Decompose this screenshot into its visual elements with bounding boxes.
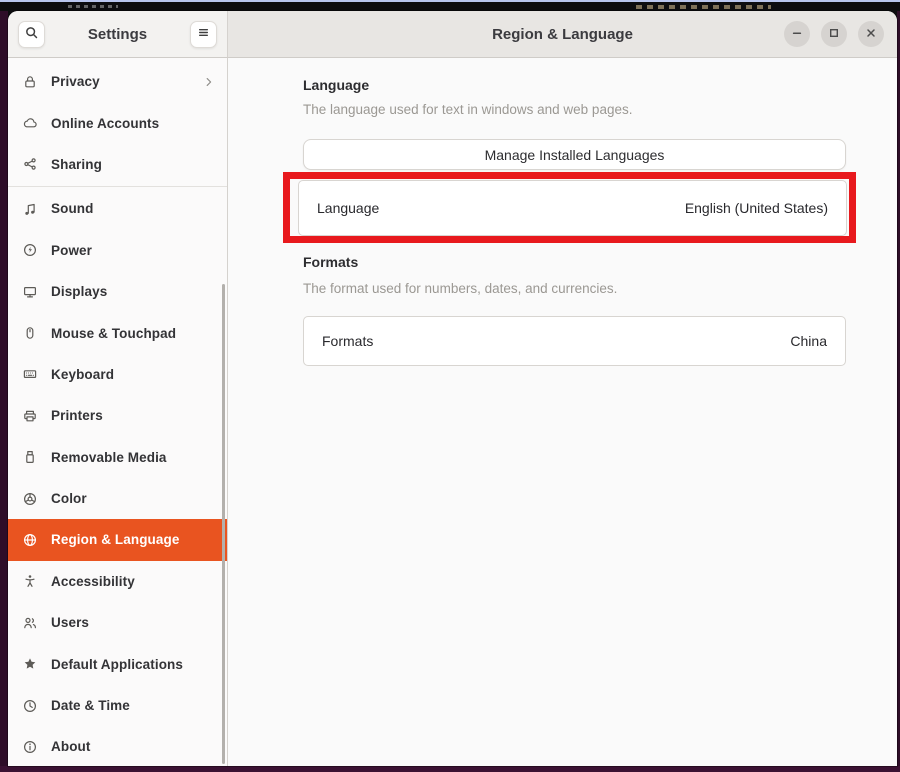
sidebar-list: Privacy Online Accounts Sharing Sound Power D… [8, 61, 227, 766]
desktop-background [0, 766, 900, 772]
main-headerbar: Region & Language [228, 11, 897, 58]
sidebar-item-label: Sound [51, 201, 217, 216]
app-title: Settings [51, 26, 184, 43]
sidebar-item-displays[interactable]: Displays [8, 271, 227, 312]
menu-button[interactable] [190, 21, 217, 48]
screen: Settings Region & Language [0, 0, 900, 772]
top-bar-clock-fragment [636, 5, 771, 9]
formats-section-description: The format used for numbers, dates, and … [303, 281, 846, 296]
settings-window: Settings Region & Language [8, 11, 897, 766]
star-icon [22, 656, 38, 672]
sidebar-item-label: Users [51, 615, 217, 630]
sidebar-item-label: Color [51, 491, 217, 506]
info-icon [22, 739, 38, 755]
sidebar-item-online-accounts[interactable]: Online Accounts [8, 102, 227, 143]
globe-icon [22, 532, 38, 548]
sidebar-item-users[interactable]: Users [8, 602, 227, 643]
sidebar-scrollbar[interactable] [222, 284, 225, 764]
sidebar-item-label: Removable Media [51, 450, 217, 465]
formats-row-label: Formats [322, 333, 373, 349]
sidebar-item-region-language[interactable]: Region & Language [8, 519, 227, 560]
formats-row-value: China [790, 333, 827, 349]
formats-row[interactable]: Formats China [303, 316, 846, 366]
sidebar-item-accessibility[interactable]: Accessibility [8, 561, 227, 602]
search-icon [23, 24, 40, 44]
sidebar-item-privacy[interactable]: Privacy [8, 61, 227, 102]
minimize-button[interactable] [784, 21, 810, 47]
users-icon [22, 615, 38, 631]
sidebar-item-label: Privacy [51, 74, 188, 89]
sidebar-item-date-time[interactable]: Date & Time [8, 685, 227, 726]
clock-icon [22, 698, 38, 714]
desktop-top-bar [0, 2, 900, 11]
sidebar-item-label: Displays [51, 284, 217, 299]
sidebar-item-about[interactable]: About [8, 726, 227, 766]
sidebar-item-label: About [51, 739, 217, 754]
sidebar-item-default-applications[interactable]: Default Applications [8, 643, 227, 684]
sidebar-item-power[interactable]: Power [8, 230, 227, 271]
sidebar-item-label: Region & Language [51, 532, 217, 547]
chevron-right-icon [201, 74, 217, 90]
formats-section-heading: Formats [303, 254, 846, 270]
maximize-button[interactable] [821, 21, 847, 47]
share-icon [22, 156, 38, 172]
sidebar-item-keyboard[interactable]: Keyboard [8, 354, 227, 395]
sidebar-item-sound[interactable]: Sound [8, 188, 227, 229]
sidebar-item-removable-media[interactable]: Removable Media [8, 437, 227, 478]
language-section-heading: Language [303, 77, 846, 93]
close-button[interactable] [858, 21, 884, 47]
language-section-description: The language used for text in windows an… [303, 102, 846, 117]
lock-icon [22, 74, 38, 90]
sidebar-item-sharing[interactable]: Sharing [8, 144, 227, 185]
desktop-background [0, 11, 8, 772]
window-controls [784, 21, 884, 47]
hamburger-icon [195, 24, 212, 44]
language-row-label: Language [317, 200, 379, 216]
sidebar-headerbar: Settings [8, 11, 228, 58]
power-icon [22, 242, 38, 258]
printer-icon [22, 408, 38, 424]
titlebar: Settings Region & Language [8, 11, 897, 58]
sidebar-item-label: Printers [51, 408, 217, 423]
manage-installed-languages-button[interactable]: Manage Installed Languages [303, 139, 846, 170]
sidebar-item-printers[interactable]: Printers [8, 395, 227, 436]
flash-drive-icon [22, 449, 38, 465]
sidebar-item-label: Power [51, 243, 217, 258]
window-body: Privacy Online Accounts Sharing Sound Power D… [8, 58, 897, 766]
keyboard-icon [22, 366, 38, 382]
sidebar-item-label: Default Applications [51, 657, 217, 672]
sidebar-item-label: Online Accounts [51, 116, 217, 131]
sidebar-item-label: Keyboard [51, 367, 217, 382]
minimize-icon [789, 25, 805, 44]
sidebar-item-label: Date & Time [51, 698, 217, 713]
display-icon [22, 284, 38, 300]
close-icon [863, 25, 879, 44]
top-bar-app-fragment [68, 5, 118, 8]
sidebar-item-label: Accessibility [51, 574, 217, 589]
music-note-icon [22, 201, 38, 217]
sidebar: Privacy Online Accounts Sharing Sound Power D… [8, 58, 228, 766]
language-row[interactable]: Language English (United States) [298, 180, 847, 236]
search-button[interactable] [18, 21, 45, 48]
cloud-icon [22, 115, 38, 131]
color-wheel-icon [22, 491, 38, 507]
sidebar-item-label: Mouse & Touchpad [51, 326, 217, 341]
sidebar-item-label: Sharing [51, 157, 217, 172]
sidebar-item-mouse-touchpad[interactable]: Mouse & Touchpad [8, 312, 227, 353]
mouse-icon [22, 325, 38, 341]
accessibility-icon [22, 573, 38, 589]
content-pane: Language The language used for text in w… [228, 58, 897, 766]
language-row-value: English (United States) [685, 200, 828, 216]
sidebar-divider [8, 186, 227, 187]
sidebar-item-color[interactable]: Color [8, 478, 227, 519]
maximize-icon [826, 25, 842, 44]
